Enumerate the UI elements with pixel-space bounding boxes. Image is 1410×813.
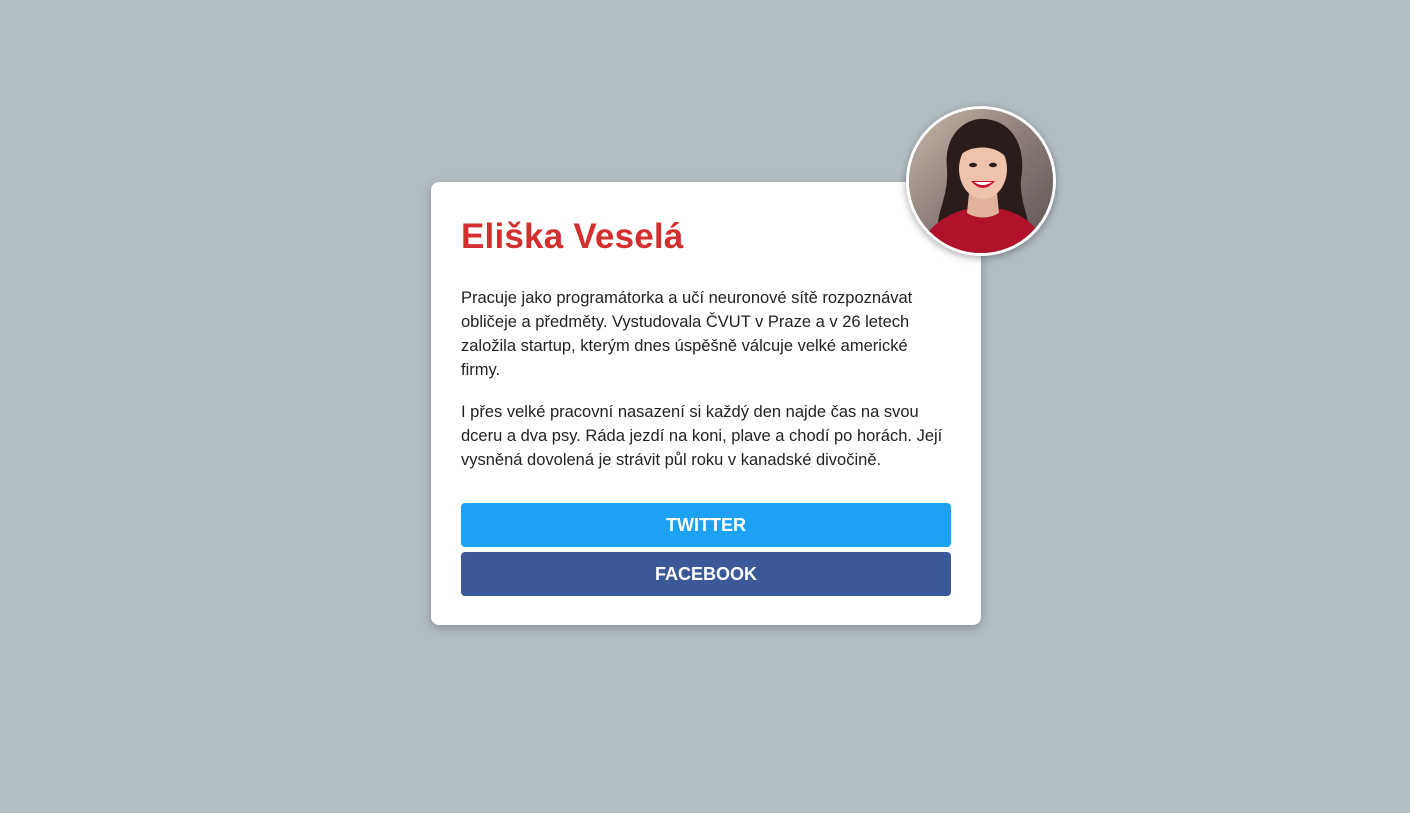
avatar — [906, 106, 1056, 256]
twitter-button[interactable]: TWITTER — [461, 503, 951, 547]
profile-name: Eliška Veselá — [461, 217, 684, 256]
facebook-button[interactable]: FACEBOOK — [461, 552, 951, 596]
profile-card: Eliška Veselá Pracuje jako programátorka… — [431, 182, 981, 625]
bio-paragraph: Pracuje jako programátorka a učí neurono… — [461, 289, 913, 379]
avatar-photo — [909, 109, 1053, 253]
bio-paragraph: I přes velké pracovní nasazení si každý … — [461, 403, 943, 469]
